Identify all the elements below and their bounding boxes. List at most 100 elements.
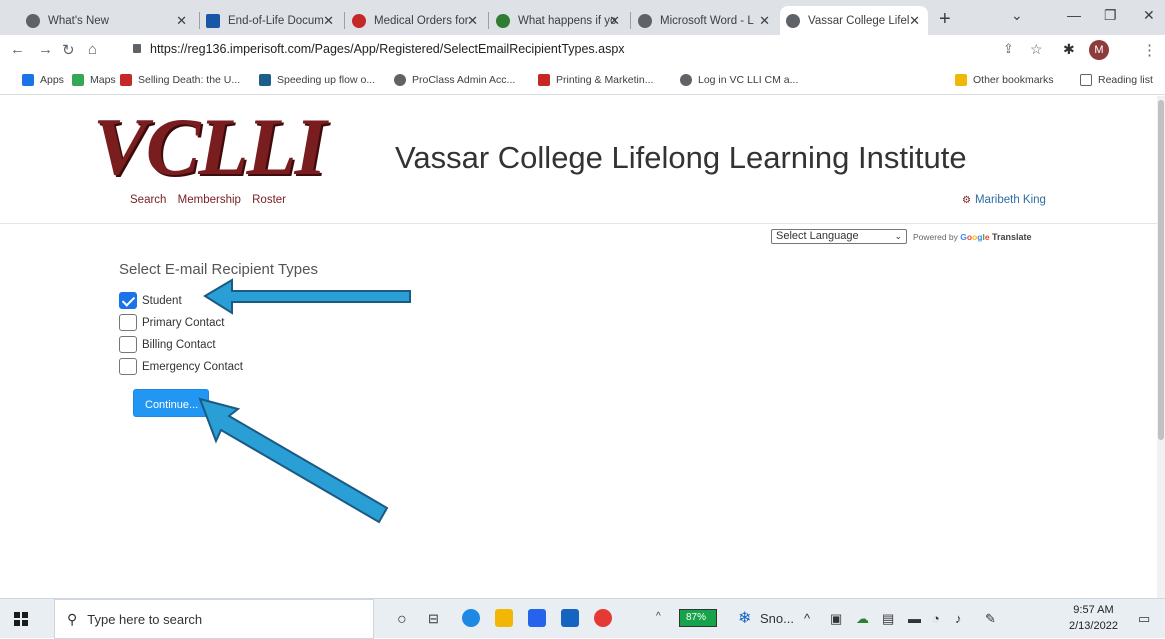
minimize-button[interactable]: — [1067, 7, 1081, 23]
bookmark-maps[interactable]: Maps [72, 74, 116, 86]
profile-avatar[interactable]: M [1089, 40, 1109, 60]
battery-tray-icon[interactable]: ▬ [908, 611, 921, 626]
window-close-button[interactable]: ✕ [1143, 7, 1155, 24]
volume-icon[interactable]: ♪ [955, 611, 962, 626]
option-billing-contact[interactable]: Billing Contact [119, 336, 216, 353]
option-emergency-contact[interactable]: Emergency Contact [119, 358, 243, 375]
close-icon[interactable]: ✕ [176, 13, 187, 29]
powered-by-google-translate: Powered by Google Translate [913, 232, 1032, 242]
task-view-icon[interactable]: ⊟ [428, 611, 439, 627]
home-icon[interactable]: ⌂ [88, 41, 97, 58]
chrome-icon[interactable] [594, 609, 612, 627]
bookmark-label: ProClass Admin Acc... [412, 74, 516, 86]
windows-taskbar: ⚲ Type here to search ○ ⊟ ^ 87% ❄ Sno...… [0, 598, 1165, 639]
reading-list[interactable]: Reading list [1080, 74, 1153, 86]
figure-icon [496, 13, 510, 28]
user-menu[interactable]: ⚙ Maribeth King [962, 194, 1046, 206]
close-icon[interactable]: ✕ [909, 13, 920, 29]
bookmark-other[interactable]: Other bookmarks [955, 74, 1054, 86]
nav-roster-link[interactable]: Roster [252, 194, 286, 206]
globe-icon [638, 13, 652, 28]
tab-medical-orders[interactable]: Medical Orders for ✕ [346, 6, 486, 35]
snowflake-icon[interactable]: ❄ [738, 608, 751, 628]
option-primary-contact[interactable]: Primary Contact [119, 314, 224, 331]
emergency-contact-checkbox[interactable] [119, 358, 137, 375]
forward-arrow-icon[interactable]: → [38, 41, 53, 58]
language-select-value: Select Language [776, 230, 859, 242]
display-icon[interactable]: ▤ [882, 611, 894, 627]
bookmark-apps[interactable]: Apps [22, 74, 64, 86]
cloud-icon[interactable]: ☁ [856, 611, 869, 627]
language-select[interactable]: Select Language ⌄ [771, 229, 907, 244]
clock-date: 2/13/2022 [1069, 620, 1118, 632]
nav-membership-link[interactable]: Membership [178, 194, 241, 206]
bookmark-label: Selling Death: the U... [138, 74, 241, 86]
tab-search-chevron-icon[interactable]: ⌄ [1011, 7, 1023, 24]
menu-kebab-icon[interactable]: ⋮ [1142, 41, 1157, 59]
bookmark-label: Log in VC LLI CM a... [698, 74, 799, 86]
google-logo: Google [960, 232, 990, 242]
windows-start-icon[interactable] [14, 612, 28, 626]
restore-button[interactable]: ❐ [1104, 7, 1117, 24]
cp-icon [120, 74, 132, 86]
tab-label: Microsoft Word - L [660, 14, 754, 27]
bookmark-speeding-up[interactable]: Speeding up flow o... [259, 74, 375, 86]
scrollbar-thumb[interactable] [1158, 100, 1164, 440]
tab-end-of-life[interactable]: End-of-Life Docum ✕ [200, 6, 342, 35]
chevron-down-icon: ⌄ [894, 231, 902, 241]
billing-contact-checkbox[interactable] [119, 336, 137, 353]
apple-icon [352, 13, 366, 28]
tab-microsoft-word[interactable]: Microsoft Word - L ✕ [632, 6, 778, 35]
close-icon[interactable]: ✕ [323, 13, 334, 29]
reload-icon[interactable]: ↻ [62, 41, 75, 59]
chevron-up-icon[interactable]: ^ [656, 611, 661, 622]
meet-icon[interactable]: ▣ [830, 611, 842, 627]
edge-icon[interactable] [462, 609, 480, 627]
translate-link[interactable]: Translate [992, 232, 1032, 242]
globe-icon [786, 13, 800, 28]
page-title: Select E-mail Recipient Types [119, 261, 318, 278]
continue-button[interactable]: Continue... [133, 389, 209, 417]
cortana-icon[interactable]: ○ [397, 611, 407, 629]
close-icon[interactable]: ✕ [467, 13, 478, 29]
l-app-icon[interactable] [561, 609, 579, 627]
bookmark-log-in[interactable]: Log in VC LLI CM a... [680, 74, 798, 86]
institute-name: Vassar College Lifelong Learning Institu… [395, 140, 967, 175]
store-icon[interactable] [528, 609, 546, 627]
close-icon[interactable]: ✕ [609, 13, 620, 29]
new-tab-button[interactable]: + [939, 8, 951, 31]
annotation-arrow-continue [198, 397, 389, 524]
bookmark-label: Reading list [1098, 74, 1153, 86]
nav-search-link[interactable]: Search [130, 194, 166, 206]
file-explorer-icon[interactable] [495, 609, 513, 627]
taskbar-search-input[interactable]: ⚲ Type here to search [54, 599, 374, 639]
student-checkbox[interactable] [119, 292, 137, 309]
tab-separator [630, 12, 631, 29]
option-student[interactable]: Student [119, 292, 182, 309]
share-icon[interactable]: ⇪ [1003, 41, 1014, 57]
battery-indicator[interactable]: 87% [679, 609, 717, 627]
tab-what-happens[interactable]: What happens if yo ✕ [490, 6, 628, 35]
notifications-icon[interactable]: ▭ [1138, 611, 1150, 627]
bookmark-selling-death[interactable]: Selling Death: the U... [120, 74, 240, 86]
system-clock[interactable]: 9:57 AM 2/13/2022 [1069, 602, 1118, 634]
chevron-up-icon[interactable]: ^ [804, 611, 810, 626]
search-placeholder: Type here to search [87, 611, 203, 627]
divider [0, 223, 1158, 224]
page-scrollbar[interactable] [1157, 96, 1165, 598]
wifi-icon[interactable]: ◔ [932, 611, 940, 626]
snow-app-label[interactable]: Sno... [760, 611, 794, 626]
bookmark-star-icon[interactable]: ☆ [1030, 41, 1043, 58]
globe-icon [26, 13, 40, 28]
close-icon[interactable]: ✕ [759, 13, 770, 29]
reading-list-icon [1080, 74, 1092, 86]
bookmark-proclass[interactable]: ProClass Admin Acc... [394, 74, 515, 86]
primary-contact-checkbox[interactable] [119, 314, 137, 331]
tab-whats-new[interactable]: What's New ✕ [20, 6, 195, 35]
tab-vassar-college[interactable]: Vassar College Lifel ✕ [780, 6, 928, 35]
bookmark-printing[interactable]: Printing & Marketin... [538, 74, 653, 86]
pen-icon[interactable]: ✎ [985, 611, 996, 627]
extensions-puzzle-icon[interactable]: ✱ [1063, 41, 1075, 58]
address-bar[interactable]: https://reg136.imperisoft.com/Pages/App/… [150, 42, 625, 56]
back-arrow-icon[interactable]: ← [10, 41, 25, 58]
